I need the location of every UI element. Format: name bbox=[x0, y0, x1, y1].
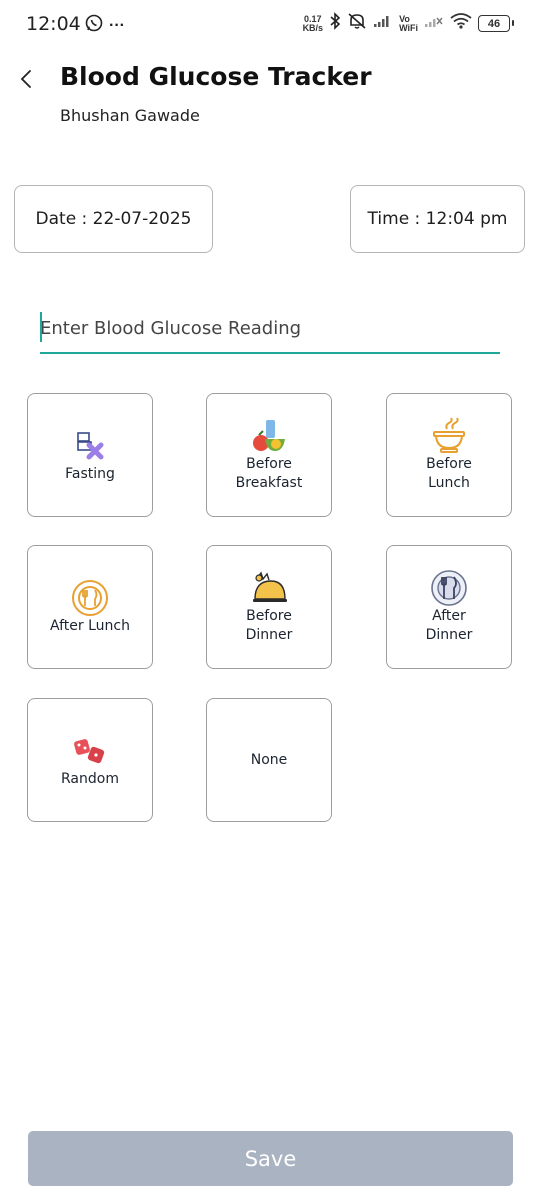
status-bar: 12:04 ··· 0.17 KB/s Vo WiFi 46 bbox=[0, 0, 540, 50]
plate-icon bbox=[70, 579, 110, 617]
option-before-lunch[interactable]: Before Lunch bbox=[386, 393, 512, 517]
option-label: Before Dinner bbox=[245, 608, 293, 643]
status-time: 12:04 bbox=[26, 13, 81, 35]
chevron-left-icon bbox=[19, 68, 33, 95]
vowifi-indicator: Vo WiFi bbox=[399, 14, 418, 33]
option-label: Random bbox=[61, 770, 119, 787]
reading-input-container bbox=[40, 306, 500, 354]
option-before-dinner[interactable]: Before Dinner bbox=[206, 545, 332, 669]
date-selector[interactable]: Date : 22-07-2025 bbox=[14, 185, 213, 253]
option-random[interactable]: Random bbox=[27, 698, 153, 822]
mute-icon bbox=[347, 12, 367, 35]
vowifi-bottom: WiFi bbox=[399, 22, 418, 33]
option-label: Before Breakfast bbox=[235, 456, 303, 491]
net-speed: 0.17 KB/s bbox=[302, 14, 324, 33]
signal-x-icon bbox=[424, 14, 444, 33]
signal-icon bbox=[373, 14, 393, 33]
option-after-dinner[interactable]: After Dinner bbox=[386, 545, 512, 669]
option-after-lunch[interactable]: After Lunch bbox=[27, 545, 153, 669]
status-left-icons: ··· bbox=[85, 14, 125, 37]
option-label: After Lunch bbox=[50, 617, 130, 634]
option-label: Fasting bbox=[65, 465, 115, 482]
battery-indicator: 46 bbox=[478, 15, 514, 32]
net-speed-unit: KB/s bbox=[302, 22, 324, 33]
option-before-breakfast[interactable]: Before Breakfast bbox=[206, 393, 332, 517]
option-label: None bbox=[250, 751, 288, 768]
time-selector[interactable]: Time : 12:04 pm bbox=[350, 185, 525, 253]
whatsapp-icon bbox=[85, 14, 103, 37]
option-none[interactable]: None bbox=[206, 698, 332, 822]
dinner-plate-icon bbox=[429, 569, 469, 607]
more-notifications-icon: ··· bbox=[109, 16, 125, 34]
save-button[interactable]: Save bbox=[28, 1131, 513, 1186]
option-label: Before Lunch bbox=[426, 456, 472, 491]
glucose-reading-input[interactable] bbox=[40, 306, 500, 350]
breakfast-icon bbox=[249, 417, 289, 455]
dinner-icon bbox=[249, 569, 289, 607]
option-label: After Dinner bbox=[425, 608, 473, 643]
bluetooth-icon bbox=[329, 12, 341, 35]
back-button[interactable] bbox=[14, 66, 38, 96]
bowl-icon bbox=[429, 417, 469, 455]
text-caret bbox=[40, 312, 42, 342]
status-right-icons: 0.17 KB/s Vo WiFi 46 bbox=[302, 12, 514, 35]
page-title: Blood Glucose Tracker bbox=[60, 62, 372, 91]
user-name: Bhushan Gawade bbox=[60, 106, 200, 125]
dice-icon bbox=[70, 732, 110, 770]
fasting-icon bbox=[70, 427, 110, 465]
wifi-icon bbox=[450, 13, 472, 34]
option-fasting[interactable]: Fasting bbox=[27, 393, 153, 517]
